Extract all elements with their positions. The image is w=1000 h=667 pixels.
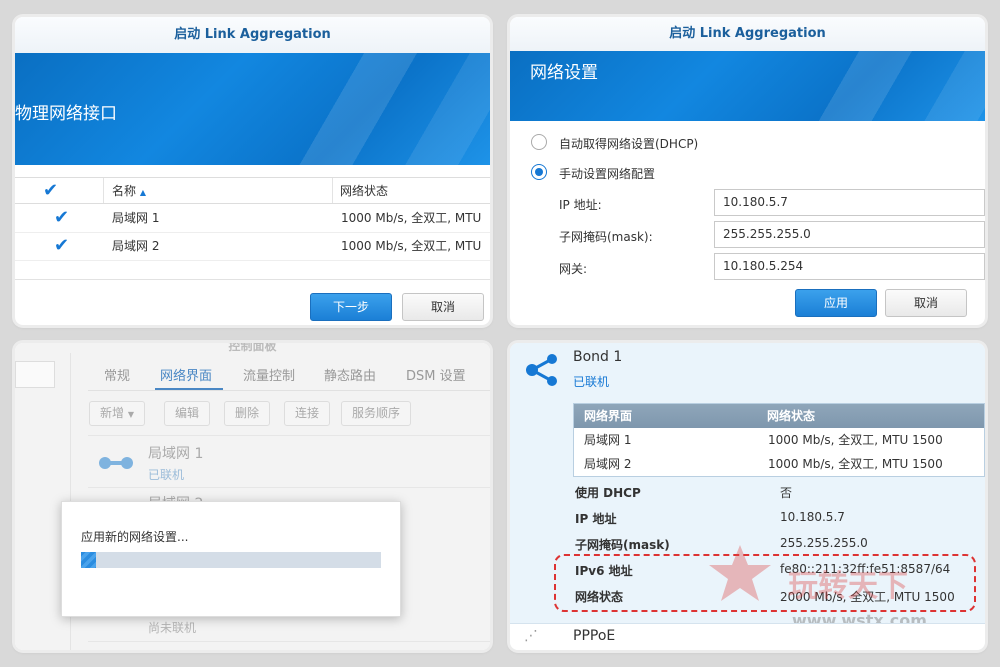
banner-title: 物理网络接口 [15, 104, 117, 124]
ip-field[interactable]: 10.180.5.7 [714, 189, 985, 216]
iface-status: 尚未联机 [148, 621, 197, 635]
mask-value: 255.255.255.0 [780, 536, 868, 550]
apply-button[interactable]: 应用 [795, 289, 877, 317]
bond-name[interactable]: Bond 1 [573, 349, 622, 365]
col-name[interactable]: 名称 ▲ [112, 178, 146, 206]
tab-traffic-control[interactable]: 流量控制 [243, 365, 295, 384]
connect-button[interactable]: 连接 [284, 401, 331, 426]
table-header: ✔ 名称 ▲ 网络状态 [15, 177, 490, 204]
applying-text: 应用新的网络设置... [81, 530, 189, 544]
cancel-button[interactable]: 取消 [402, 293, 484, 321]
dhcp-radio[interactable] [531, 134, 547, 150]
mask-label: 子网掩码(mask): [559, 230, 653, 244]
mask-label: 子网掩码(mask) [575, 538, 670, 552]
edit-button[interactable]: 编辑 [164, 401, 211, 426]
row-name: 局域网 1 [112, 211, 160, 225]
share-icon [524, 353, 560, 390]
iface-status: 已联机 [148, 468, 185, 482]
gateway-field[interactable]: 10.180.5.254 [714, 253, 985, 280]
row-status: 1000 Mb/s, 全双工, MTU 1500 [768, 457, 943, 471]
table-row[interactable]: ✔ 局域网 1 1000 Mb/s, 全双工, MTU [15, 205, 490, 233]
member-table: 网络界面 网络状态 局域网 1 1000 Mb/s, 全双工, MTU 1500… [573, 403, 985, 477]
dialog-title: 启动 Link Aggregation [15, 17, 490, 53]
bond-info-panel: Bond 1 已联机 网络界面 网络状态 局域网 1 1000 Mb/s, 全双… [510, 343, 985, 650]
progress-fill [81, 552, 96, 568]
dialog-banner: 网络设置 [510, 51, 985, 121]
tab-static-route[interactable]: 静态路由 [324, 365, 376, 384]
tab-network-interface[interactable]: 网络界面 [160, 365, 212, 384]
dialog-banner: 物理网络接口 [15, 53, 490, 165]
row-status: 1000 Mb/s, 全双工, MTU 1500 [768, 433, 943, 447]
col-status: 网络状态 [340, 184, 389, 198]
table-row: 局域网 2 1000 Mb/s, 全双工, MTU 1500 [574, 452, 984, 476]
watermark-logo [705, 543, 775, 606]
watermark-text: 玩转天下 [788, 569, 908, 604]
next-button[interactable]: 下一步 [310, 293, 392, 321]
pppoe-icon: ⋰ [524, 628, 538, 644]
dialog-title: 启动 Link Aggregation [510, 17, 985, 51]
row-name: 局域网 1 [584, 433, 632, 447]
banner-title: 网络设置 [530, 63, 598, 83]
lan-icon [99, 455, 135, 474]
pppoe-row[interactable]: ⋰ PPPoE [510, 623, 985, 650]
row-checkbox[interactable]: ✔ [54, 237, 70, 255]
row-name: 局域网 2 [112, 239, 160, 253]
dhcp-label: 自动取得网络设置(DHCP) [559, 137, 699, 151]
dhcp-value: 否 [780, 486, 793, 500]
gateway-label: 网关: [559, 262, 588, 276]
network-settings-dialog: 启动 Link Aggregation 网络设置 自动取得网络设置(DHCP) … [510, 17, 985, 325]
col-iface: 网络界面 [584, 409, 633, 423]
control-panel-window: 控制面板 常规 网络界面 流量控制 静态路由 DSM 设置 新增 ▼ 编辑 删除… [15, 343, 490, 650]
row-status: 1000 Mb/s, 全双工, MTU [341, 211, 482, 225]
pppoe-label: PPPoE [573, 628, 616, 644]
row-checkbox[interactable]: ✔ [54, 209, 70, 227]
cancel-button[interactable]: 取消 [885, 289, 967, 317]
progress-bar [81, 552, 381, 568]
delete-button[interactable]: 删除 [224, 401, 271, 426]
manual-radio[interactable] [531, 164, 547, 180]
select-all-checkbox[interactable]: ✔ [43, 182, 59, 200]
col-status: 网络状态 [767, 409, 816, 423]
row-name: 局域网 2 [584, 457, 632, 471]
mask-field[interactable]: 255.255.255.0 [714, 221, 985, 248]
search-box[interactable] [15, 361, 55, 388]
service-order-button[interactable]: 服务顺序 [341, 401, 412, 426]
dhcp-label: 使用 DHCP [575, 486, 641, 500]
ip-value: 10.180.5.7 [780, 510, 845, 524]
sort-asc-icon: ▲ [139, 188, 146, 197]
dropdown-arrow-icon: ▼ [127, 410, 134, 419]
table-row: 局域网 1 1000 Mb/s, 全双工, MTU 1500 [574, 428, 984, 452]
tab-general[interactable]: 常规 [104, 365, 130, 384]
table-row[interactable]: ✔ 局域网 2 1000 Mb/s, 全双工, MTU [15, 233, 490, 261]
manual-label: 手动设置网络配置 [559, 167, 656, 181]
window-title: 控制面板 [228, 343, 277, 353]
ip-label: IP 地址 [575, 512, 617, 526]
row-status: 1000 Mb/s, 全双工, MTU [341, 239, 482, 253]
bond-status: 已联机 [573, 375, 610, 389]
create-button[interactable]: 新增 ▼ [89, 401, 145, 426]
select-interfaces-dialog: 启动 Link Aggregation 物理网络接口 ✔ 名称 ▲ 网络状态 ✔… [15, 17, 490, 325]
tab-dsm-settings[interactable]: DSM 设置 [406, 365, 466, 384]
iface-name[interactable]: 局域网 1 [148, 443, 203, 463]
ip-label: IP 地址: [559, 198, 602, 212]
applying-dialog: 应用新的网络设置... [61, 501, 401, 617]
